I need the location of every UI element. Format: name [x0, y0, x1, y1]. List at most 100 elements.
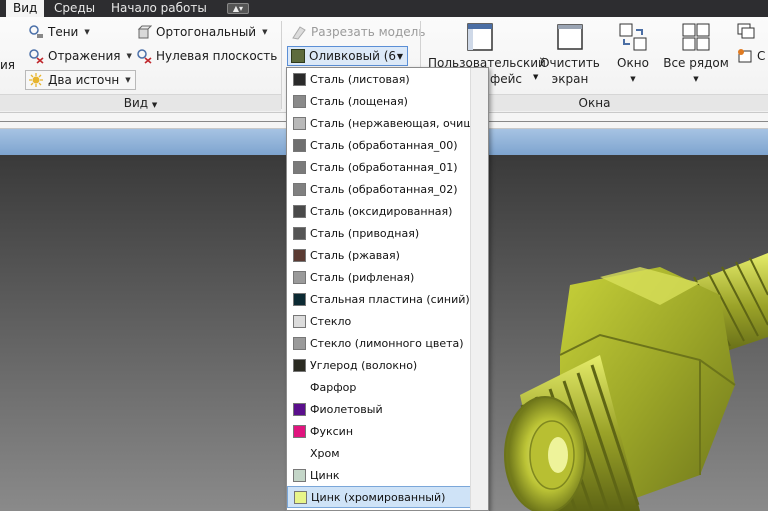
- material-item[interactable]: Сталь (обработанная_01): [287, 156, 488, 178]
- tab-getting-started[interactable]: Начало работы: [104, 0, 214, 17]
- material-swatch: [293, 336, 306, 350]
- material-item[interactable]: Цинк: [287, 464, 488, 486]
- material-item[interactable]: Сталь (обработанная_00): [287, 134, 488, 156]
- windows-panel-label: Окна: [578, 96, 611, 110]
- clean-screen-label-1: Очистить: [540, 56, 600, 70]
- material-label: Цинк (хромированный): [311, 490, 446, 504]
- chevron-down-icon: ▼: [693, 75, 699, 83]
- material-swatch: [293, 160, 306, 174]
- chevron-down-icon: ▼: [630, 75, 636, 83]
- material-item[interactable]: Стекло: [287, 310, 488, 332]
- clean-screen-button[interactable]: Очистить экран: [540, 22, 600, 87]
- cascade-icon: [737, 23, 757, 43]
- material-label: Сталь (обработанная_00): [310, 138, 458, 152]
- lighting-style-value: Два источн: [48, 73, 120, 87]
- lighting-style-dropdown[interactable]: Два источн ▼: [25, 70, 136, 90]
- reflections-button[interactable]: Отражения ▼: [28, 48, 132, 64]
- material-item[interactable]: Сталь (рифленая): [287, 266, 488, 288]
- material-item[interactable]: Сталь (листовая): [287, 68, 488, 90]
- tile-all-button[interactable]: Все рядом ▼: [662, 22, 730, 87]
- cascade-button[interactable]: [737, 23, 761, 43]
- reflections-icon: [28, 48, 44, 64]
- material-swatch: [293, 72, 306, 86]
- shadows-button[interactable]: Тени ▼: [28, 24, 90, 40]
- material-item[interactable]: Стекло (лимонного цвета): [287, 332, 488, 354]
- window-button[interactable]: Окно ▼: [605, 22, 661, 87]
- arrange-button[interactable]: С: [737, 48, 765, 64]
- section-model-icon: [291, 24, 307, 40]
- material-item[interactable]: Цинк (хромированный): [287, 486, 488, 508]
- material-label: Сталь (обработанная_01): [310, 160, 458, 174]
- chevron-down-icon: ▼: [84, 28, 90, 36]
- material-swatch: [293, 468, 306, 482]
- tile-all-label: Все рядом: [663, 56, 729, 70]
- ground-plane-label: Нулевая плоскость: [156, 49, 278, 63]
- tab-view[interactable]: Вид: [6, 0, 45, 17]
- material-label: Стекло: [310, 314, 352, 328]
- chevron-down-icon: ▼: [151, 101, 158, 109]
- ribbon-separator: [281, 21, 282, 109]
- cut-off-label: ия: [0, 58, 15, 72]
- chevron-down-icon: ▼: [126, 52, 132, 60]
- arrange-icon: [737, 48, 753, 64]
- material-label: Стальная пластина (синий): [310, 292, 470, 306]
- appearance-combo[interactable]: Оливковый (6 ▼: [287, 46, 408, 66]
- shadows-label: Тени: [48, 25, 79, 39]
- material-label: Фуксин: [310, 424, 354, 438]
- material-swatch: [293, 314, 306, 328]
- material-item[interactable]: Углерод (волокно): [287, 354, 488, 376]
- section-model-label: Разрезать модель: [311, 25, 426, 39]
- material-label: Сталь (нержавеющая, очище: [310, 116, 481, 130]
- material-item[interactable]: Сталь (ржавая): [287, 244, 488, 266]
- material-label: Хром: [310, 446, 340, 460]
- material-swatch: [293, 94, 306, 108]
- shadows-icon: [28, 24, 44, 40]
- cut-off-text: ия: [0, 58, 16, 72]
- material-label: Сталь (приводная): [310, 226, 420, 240]
- reflections-label: Отражения: [48, 49, 121, 63]
- material-item[interactable]: Сталь (лощеная): [287, 90, 488, 112]
- dropdown-scrollbar[interactable]: [470, 68, 488, 510]
- appearance-dropdown-list[interactable]: Сталь (листовая) Сталь (лощеная) Сталь (не…: [286, 67, 489, 511]
- material-swatch: [293, 248, 306, 262]
- orthographic-button[interactable]: Ортогональный ▼: [136, 24, 268, 40]
- material-item[interactable]: Сталь (обработанная_02): [287, 178, 488, 200]
- material-item[interactable]: Сталь (оксидированная): [287, 200, 488, 222]
- material-item[interactable]: Фарфор: [287, 376, 488, 398]
- material-item[interactable]: Фиолетовый: [287, 398, 488, 420]
- material-item[interactable]: Сталь (нержавеющая, очище: [287, 112, 488, 134]
- orthographic-label: Ортогональный: [156, 25, 257, 39]
- ribbon-options-icon[interactable]: ▲▾: [227, 3, 249, 14]
- menu-bar: Вид Среды Начало работы ▲▾: [0, 0, 768, 17]
- tile-windows-icon: [681, 22, 711, 52]
- material-swatch: [293, 116, 306, 130]
- material-swatch: [293, 358, 306, 372]
- ground-plane-button[interactable]: Нулевая плоскость: [136, 48, 277, 64]
- material-label: Сталь (обработанная_02): [310, 182, 458, 196]
- material-swatch: [293, 381, 306, 394]
- view-panel-footer[interactable]: Вид ▼: [0, 94, 281, 111]
- material-item[interactable]: Фуксин: [287, 420, 488, 442]
- material-label: Сталь (ржавая): [310, 248, 400, 262]
- section-model-button[interactable]: Разрезать модель: [291, 24, 425, 40]
- appearance-combo-value: Оливковый (6: [309, 49, 397, 63]
- material-item[interactable]: Сталь (приводная): [287, 222, 488, 244]
- clean-screen-label-2: экран: [551, 72, 589, 86]
- material-swatch: [293, 447, 306, 460]
- material-item[interactable]: Стальная пластина (синий): [287, 288, 488, 310]
- material-label: Стекло (лимонного цвета): [310, 336, 464, 350]
- material-label: Углерод (волокно): [310, 358, 418, 372]
- materials-list: Сталь (листовая) Сталь (лощеная) Сталь (не…: [287, 68, 488, 508]
- light-icon: [28, 72, 44, 88]
- material-swatch: [293, 138, 306, 152]
- material-swatch: [293, 402, 306, 416]
- clean-screen-icon: [555, 22, 585, 52]
- tab-environments[interactable]: Среды: [47, 0, 102, 17]
- material-item[interactable]: Хром: [287, 442, 488, 464]
- material-swatch: [293, 182, 306, 196]
- material-swatch: [293, 292, 306, 306]
- window-switch-icon: [618, 22, 648, 52]
- ground-plane-icon: [136, 48, 152, 64]
- chevron-down-icon[interactable]: ▼: [533, 73, 538, 81]
- chevron-down-icon: ▼: [125, 76, 131, 84]
